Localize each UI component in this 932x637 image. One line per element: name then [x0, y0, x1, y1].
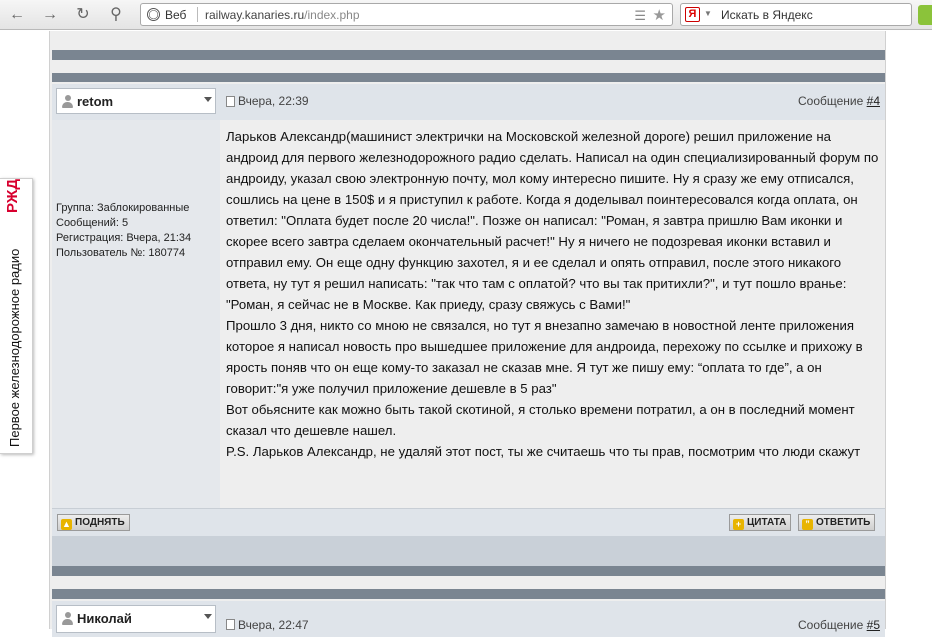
address-bar[interactable]: ◯ Веб railway.kanaries.ru/index.php ☰ ★ — [140, 3, 673, 26]
reload-icon[interactable]: ↻ — [72, 4, 94, 26]
post-body: Ларьков Александр(машинист электрички на… — [220, 120, 885, 508]
forum-content: retom Вчера, 22:39 Сообщение #4 Группа: … — [49, 31, 886, 637]
separator-bar — [52, 73, 885, 82]
key-icon[interactable]: ⚲ — [105, 4, 127, 26]
plus-icon: + — [733, 519, 744, 530]
yandex-icon[interactable]: Я — [685, 7, 700, 22]
separator-bar — [52, 566, 885, 576]
post-date: Вчера, 22:39 — [238, 94, 309, 108]
rss-icon[interactable]: ☰ — [634, 8, 646, 24]
message-number: Сообщение #5 — [798, 618, 880, 632]
post-text: Ларьков Александр(машинист электрички на… — [226, 126, 881, 462]
globe-icon: ◯ — [147, 8, 160, 21]
up-button-label: ПОДНЯТЬ — [75, 517, 125, 528]
url-host: railway.kanaries.ru — [205, 8, 305, 22]
document-icon — [226, 619, 235, 630]
post-author[interactable]: Николай — [77, 611, 132, 626]
url-path: /index.php — [304, 8, 360, 22]
post-author[interactable]: retom — [77, 94, 113, 109]
post-paragraph: Вот обьясните как можно быть такой скоти… — [226, 402, 855, 438]
quote-button-label: ЦИТАТА — [747, 517, 787, 528]
search-box[interactable]: Я ▼ Искать в Яндекс — [680, 3, 912, 26]
separator-bar — [52, 589, 885, 599]
message-link[interactable]: #4 — [867, 94, 880, 108]
message-label: Сообщение — [798, 618, 867, 632]
rzd-logo: РЖД — [4, 178, 21, 213]
post-footer: ▲ ПОДНЯТЬ + ЦИТАТА ” ОТВЕТИТЬ — [52, 508, 885, 536]
chevron-down-icon[interactable] — [204, 614, 212, 619]
user-registration: Регистрация: Вчера, 21:34 — [56, 232, 192, 244]
user-info-column: Группа: Заблокированные Сообщений: 5 Рег… — [52, 120, 220, 508]
bookmark-star-icon[interactable]: ★ — [653, 6, 666, 24]
user-icon — [62, 612, 73, 626]
reply-button[interactable]: ” ОТВЕТИТЬ — [798, 514, 876, 531]
user-message-count: Сообщений: 5 — [56, 217, 129, 229]
radio-side-tab[interactable]: РЖД Первое железнодорожное радио — [0, 178, 33, 454]
separator-bar — [52, 536, 885, 566]
search-go-button[interactable] — [918, 5, 932, 25]
up-button[interactable]: ▲ ПОДНЯТЬ — [57, 514, 130, 531]
message-number: Сообщение #4 — [798, 94, 880, 108]
message-link[interactable]: #5 — [867, 618, 880, 632]
quote-icon: ” — [802, 519, 813, 530]
document-icon — [226, 96, 235, 107]
address-url[interactable]: railway.kanaries.ru/index.php — [205, 8, 360, 22]
post-header: retom Вчера, 22:39 Сообщение #4 — [52, 84, 885, 120]
post-paragraph: Прошло 3 дня, никто со мною не связался,… — [226, 318, 863, 396]
user-group: Группа: Заблокированные — [56, 202, 190, 214]
user-menu[interactable]: retom — [56, 88, 216, 114]
address-label: Веб — [165, 8, 187, 22]
user-icon — [62, 95, 73, 109]
post-paragraph: Ларьков Александр(машинист электрички на… — [226, 129, 879, 312]
user-number: Пользователь №: 180774 — [56, 247, 186, 259]
separator-bar — [52, 50, 885, 60]
chevron-down-icon[interactable] — [204, 97, 212, 102]
post-header: Николай Вчера, 22:47 Сообщение #5 — [52, 601, 885, 637]
back-arrow-icon[interactable]: ← — [6, 4, 28, 26]
reply-button-label: ОТВЕТИТЬ — [816, 517, 871, 528]
forward-arrow-icon[interactable]: → — [39, 4, 61, 26]
chevron-down-icon[interactable]: ▼ — [704, 9, 712, 18]
arrow-up-icon: ▲ — [61, 519, 72, 530]
quote-button[interactable]: + ЦИТАТА — [729, 514, 792, 531]
post-date: Вчера, 22:47 — [238, 618, 309, 632]
browser-toolbar: ← → ↻ ⚲ ◯ Веб railway.kanaries.ru/index.… — [0, 0, 932, 30]
radio-side-tab-text: Первое железнодорожное радио — [7, 248, 22, 447]
search-input[interactable]: Искать в Яндекс — [721, 8, 813, 22]
message-label: Сообщение — [798, 94, 867, 108]
address-separator — [197, 7, 198, 22]
post-paragraph: P.S. Ларьков Александр, не удаляй этот п… — [226, 444, 861, 459]
